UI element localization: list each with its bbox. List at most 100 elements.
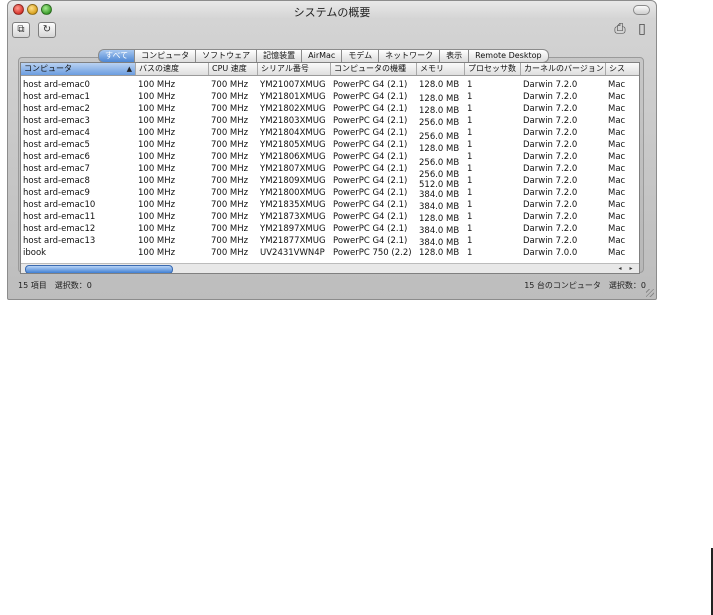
table-cell: 1	[467, 152, 473, 162]
table-cell: Mac	[608, 104, 626, 114]
table-row[interactable]: ibook 100 MHz 700 MHz UV2431VWN4P PowerPC 75…	[21, 247, 639, 259]
status-right: 15 台のコンピュータ 選択数：0	[524, 281, 646, 290]
table-cell: PowerPC 750 (2.2)	[333, 248, 412, 258]
table-cell: 700 MHz	[211, 236, 249, 246]
table-row[interactable]: host ard-emac0 100 MHz 700 MHz YM21007XMUG P…	[21, 79, 639, 91]
tab-storage[interactable]: 記憶装置	[257, 49, 303, 63]
table-cell: PowerPC G4 (2.1)	[333, 80, 408, 90]
column-header-label: シリアル番号	[261, 64, 309, 73]
table-row[interactable]: host ard-emac10 100 MHz 700 MHz YM21835XMUG…	[21, 199, 639, 212]
scrollbar-thumb[interactable]	[25, 265, 173, 273]
column-header[interactable]: CPU 速度	[209, 63, 258, 75]
column-header[interactable]: シス	[606, 63, 639, 75]
column-header[interactable]: プロセッサ数	[465, 63, 521, 75]
tab-display[interactable]: 表示	[440, 49, 470, 63]
table-cell: Darwin 7.2.0	[523, 200, 578, 210]
table-cell: host ard-emac13	[23, 236, 96, 246]
column-header[interactable]: コンピュータの機種	[331, 63, 417, 75]
table-cell: 1	[467, 128, 473, 138]
table-cell: 700 MHz	[211, 188, 249, 198]
table-row[interactable]: host ard-emac8 100 MHz 700 MHz YM21809XMUG P…	[21, 175, 639, 190]
refresh-icon[interactable]: ↻	[38, 22, 56, 38]
table-row[interactable]: host ard-emac4 100 MHz 700 MHz YM21804XMUG P…	[21, 127, 639, 142]
table-cell: YM21801XMUG	[260, 92, 326, 102]
table-cell: PowerPC G4 (2.1)	[333, 200, 408, 210]
window-icon[interactable]: ⧉	[12, 22, 30, 38]
column-header-label: プロセッサ数	[468, 64, 516, 73]
table-row[interactable]: host ard-emac13 100 MHz 700 MHz YM21877XMUG…	[21, 235, 639, 248]
table-row[interactable]: host ard-emac6 100 MHz 700 MHz YM21806XMUG P…	[21, 151, 639, 168]
table-cell: 100 MHz	[138, 80, 176, 90]
column-header[interactable]: コンピュータ ▲	[21, 63, 136, 75]
table-row[interactable]: host ard-emac1 100 MHz 700 MHz YM21801XMUG P…	[21, 91, 639, 104]
table-cell: host ard-emac10	[23, 200, 96, 210]
table-cell: 700 MHz	[211, 212, 249, 222]
table-cell: PowerPC G4 (2.1)	[333, 140, 408, 150]
tab-airmac[interactable]: AirMac	[302, 49, 343, 63]
table-cell: Darwin 7.2.0	[523, 224, 578, 234]
column-header-label: カーネルのバージョン	[524, 64, 604, 73]
column-header-label: バスの速度	[139, 64, 179, 73]
table-cell: Darwin 7.2.0	[523, 128, 578, 138]
table-cell: YM21805XMUG	[260, 140, 326, 150]
table-cell: 700 MHz	[211, 92, 249, 102]
column-header[interactable]: バスの速度	[136, 63, 209, 75]
table-cell: Darwin 7.2.0	[523, 152, 578, 162]
table-row[interactable]: host ard-emac12 100 MHz 700 MHz YM21897XMUG…	[21, 223, 639, 236]
table-row[interactable]: host ard-emac9 100 MHz 700 MHz YM21800XMUG P…	[21, 187, 639, 200]
horizontal-scrollbar[interactable]: ◂ ▸	[21, 263, 639, 273]
print-icon[interactable]: ⎙	[612, 21, 628, 39]
table-cell: Mac	[608, 224, 626, 234]
table-row[interactable]: host ard-emac3 100 MHz 700 MHz YM21803XMUG P…	[21, 115, 639, 128]
table-cell: Mac	[608, 212, 626, 222]
scroll-left-arrow[interactable]: ◂	[615, 264, 625, 273]
system-overview-window: システムの概要 ⧉ ↻ ⎙ ▯ すべて コンピュータ ソフトウェア 記憶装置 A…	[7, 0, 657, 300]
tab-software[interactable]: ソフトウェア	[196, 49, 258, 63]
table-cell: Darwin 7.2.0	[523, 140, 578, 150]
tab-all[interactable]: すべて	[98, 49, 136, 63]
table-cell: Mac	[608, 152, 626, 162]
scroll-right-arrow[interactable]: ▸	[626, 264, 636, 273]
table-cell: 100 MHz	[138, 116, 176, 126]
table-row[interactable]: host ard-emac2 100 MHz 700 MHz YM21802XMUG P…	[21, 103, 639, 116]
table-cell: host ard-emac4	[23, 128, 90, 138]
table-cell: 700 MHz	[211, 128, 249, 138]
table-row[interactable]: host ard-emac5 100 MHz 700 MHz YM21805XMUG P…	[21, 139, 639, 154]
table-row[interactable]: host ard-emac11 100 MHz 700 MHz YM21873XMUG…	[21, 211, 639, 224]
tab-remote-desktop[interactable]: Remote Desktop	[469, 49, 549, 63]
table-cell: 1	[467, 212, 473, 222]
table-cell: PowerPC G4 (2.1)	[333, 212, 408, 222]
column-header-label: コンピュータ	[24, 64, 72, 73]
tab-modem[interactable]: モデム	[342, 49, 380, 63]
table-cell: UV2431VWN4P	[260, 248, 325, 258]
table-cell: PowerPC G4 (2.1)	[333, 188, 408, 198]
table-cell: 1	[467, 248, 473, 258]
column-header[interactable]: シリアル番号	[258, 63, 331, 75]
table-cell: Darwin 7.2.0	[523, 80, 578, 90]
table-cell: 700 MHz	[211, 176, 249, 186]
table-cell: host ard-emac12	[23, 224, 96, 234]
table-cell: 100 MHz	[138, 152, 176, 162]
table-cell: 100 MHz	[138, 236, 176, 246]
table-cell: 700 MHz	[211, 80, 249, 90]
document-icon[interactable]: ▯	[634, 21, 650, 39]
table-cell: Mac	[608, 200, 626, 210]
tab-computer[interactable]: コンピュータ	[135, 49, 197, 63]
table-cell: PowerPC G4 (2.1)	[333, 164, 408, 174]
title-bar[interactable]: システムの概要	[8, 1, 656, 19]
table-cell: 1	[467, 116, 473, 126]
column-header[interactable]: カーネルのバージョン	[521, 63, 606, 75]
table-cell: 700 MHz	[211, 104, 249, 114]
table-cell: 1	[467, 236, 473, 246]
table-cell: host ard-emac1	[23, 92, 90, 102]
table-cell: 100 MHz	[138, 92, 176, 102]
table-cell: YM21806XMUG	[260, 152, 326, 162]
table-row[interactable]: host ard-emac7 100 MHz 700 MHz YM21807XMUG P…	[21, 163, 639, 180]
toolbar-toggle-button[interactable]	[633, 5, 650, 15]
tab-network[interactable]: ネットワーク	[379, 49, 441, 63]
table-cell: 1	[467, 188, 473, 198]
table-cell: Darwin 7.2.0	[523, 188, 578, 198]
column-header[interactable]: メモリ	[417, 63, 465, 75]
resize-grip[interactable]	[646, 289, 654, 297]
table-cell: YM21873XMUG	[260, 212, 326, 222]
